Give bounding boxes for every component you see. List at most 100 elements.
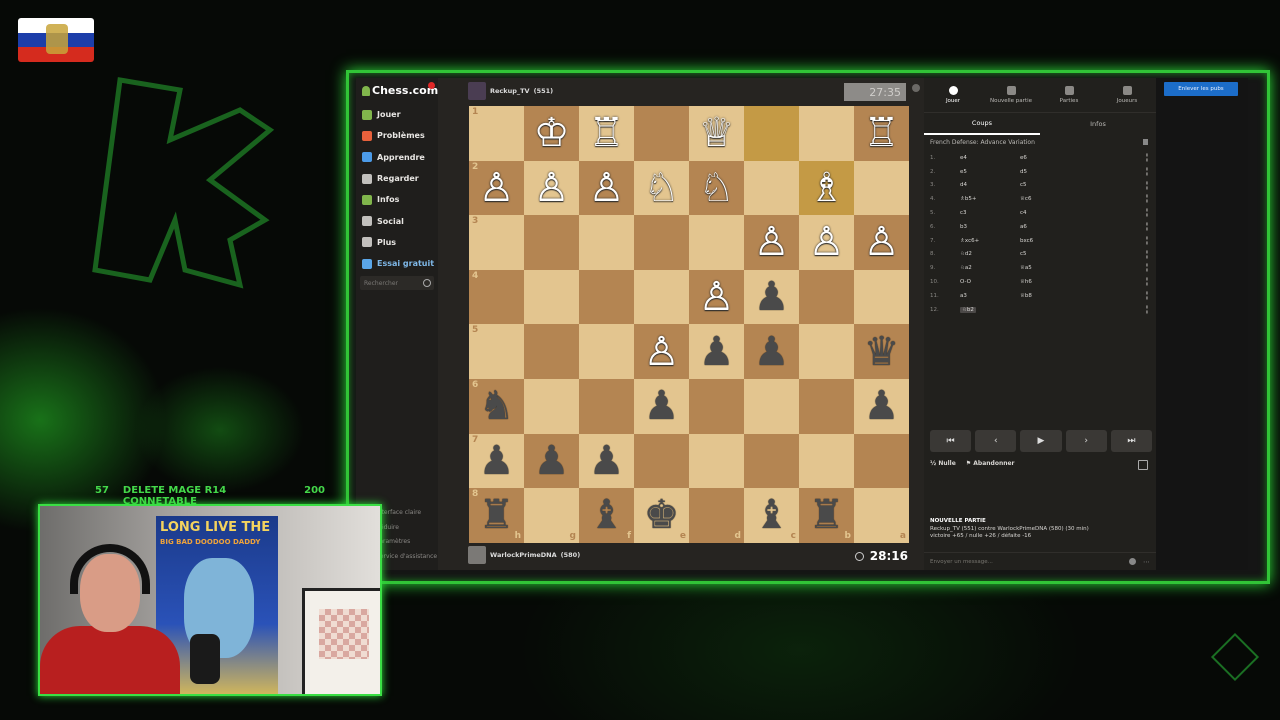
black-piece-icon[interactable]: ♟: [754, 332, 790, 372]
board-square[interactable]: [799, 378, 854, 434]
board-square[interactable]: [799, 106, 854, 161]
board-square[interactable]: [634, 215, 689, 270]
sidebar-item-3[interactable]: Regarder: [356, 168, 438, 189]
board-square[interactable]: ♙: [744, 215, 799, 270]
board-square[interactable]: g: [524, 488, 579, 543]
tab-0[interactable]: Jouer: [924, 78, 982, 112]
black-piece-icon[interactable]: ♟: [479, 441, 515, 481]
board-square[interactable]: ♔: [524, 106, 579, 161]
white-piece-icon[interactable]: ♘: [699, 168, 735, 208]
white-piece-icon[interactable]: ♙: [809, 222, 845, 262]
board-square[interactable]: ♙: [799, 215, 854, 270]
board-square[interactable]: [579, 324, 634, 379]
black-move[interactable]: d5: [1020, 169, 1100, 175]
board-square[interactable]: ♟: [524, 433, 579, 489]
white-move[interactable]: e5: [948, 169, 1020, 175]
first-move-button[interactable]: ⏮: [930, 430, 972, 452]
black-piece-icon[interactable]: ♝: [754, 495, 790, 535]
board-square[interactable]: ♙: [524, 160, 579, 216]
white-piece-icon[interactable]: ♘: [644, 168, 680, 208]
white-piece-icon[interactable]: ♙: [864, 222, 900, 262]
white-move[interactable]: b3: [948, 224, 1020, 230]
black-piece-icon[interactable]: ♜: [479, 495, 515, 535]
sidebar-item-0[interactable]: Jouer: [356, 104, 438, 125]
white-move[interactable]: c3: [948, 210, 1020, 216]
board-square[interactable]: [689, 433, 744, 489]
board-square[interactable]: [854, 433, 909, 489]
board-square[interactable]: [634, 269, 689, 325]
white-move[interactable]: ♘b2: [948, 306, 1020, 313]
board-square[interactable]: [799, 324, 854, 379]
white-move[interactable]: d4: [948, 182, 1020, 188]
board-square[interactable]: 3: [469, 215, 524, 270]
sidebar-link-2[interactable]: Paramètres: [376, 535, 437, 550]
board-square[interactable]: ♚ e: [634, 488, 689, 543]
brand-logo[interactable]: Chess.com: [362, 84, 438, 97]
avatar[interactable]: [468, 82, 486, 100]
board-square[interactable]: ♖: [579, 106, 634, 161]
draw-button[interactable]: ½ Nulle: [930, 460, 956, 467]
search-icon[interactable]: [423, 279, 431, 287]
white-move[interactable]: a3: [948, 293, 1020, 299]
board-square[interactable]: [524, 378, 579, 434]
board-square[interactable]: ♟: [744, 324, 799, 379]
black-piece-icon[interactable]: ♜: [809, 495, 845, 535]
white-piece-icon[interactable]: ♙: [644, 332, 680, 372]
flip-board-icon[interactable]: [1138, 460, 1148, 470]
gear-icon[interactable]: [912, 84, 920, 92]
white-move[interactable]: ♗xc6+: [948, 238, 1020, 244]
white-move[interactable]: ♘a2: [948, 265, 1020, 271]
board-square[interactable]: ♙ 2: [469, 160, 524, 216]
black-move[interactable]: c5: [1020, 182, 1100, 188]
chat-input[interactable]: Envoyer un message... ⋯: [924, 552, 1156, 570]
next-move-button[interactable]: ›: [1065, 430, 1107, 452]
prev-move-button[interactable]: ‹: [975, 430, 1017, 452]
black-piece-icon[interactable]: ♟: [699, 332, 735, 372]
board-square[interactable]: [744, 160, 799, 216]
board-square[interactable]: ♝ f: [579, 488, 634, 543]
board-square[interactable]: [744, 378, 799, 434]
board-square[interactable]: [799, 269, 854, 325]
board-square[interactable]: [854, 269, 909, 325]
board-square[interactable]: ♟: [634, 378, 689, 434]
top-player-name[interactable]: Reckup_TV: [490, 87, 530, 95]
tab-2[interactable]: Parties: [1040, 78, 1098, 112]
board-square[interactable]: ♟: [689, 324, 744, 379]
board-square[interactable]: [634, 106, 689, 161]
white-piece-icon[interactable]: ♗: [809, 168, 845, 208]
subtab-moves[interactable]: Coups: [924, 113, 1040, 135]
chess-board[interactable]: 1 ♔ ♖ ♕ ♖ ♙ 2 ♙ ♙ ♘ ♘ ♗ 3 ♙ ♙ ♙ 4 ♙ ♟ 5 ♙ ♟ ♟ ♛ ♞ 6 ♟ ♟ ♟ 7 ♟ ♟ ♜ 8 h g ♝ f ♚ e…: [469, 106, 909, 543]
white-piece-icon[interactable]: ♙: [699, 277, 735, 317]
black-piece-icon[interactable]: ♟: [534, 441, 570, 481]
board-square[interactable]: ♙: [579, 160, 634, 216]
board-square[interactable]: [799, 433, 854, 489]
board-square[interactable]: ♟: [579, 433, 634, 489]
board-square[interactable]: ♙: [634, 324, 689, 379]
resign-button[interactable]: ⚑ Abandonner: [966, 460, 1015, 467]
black-piece-icon[interactable]: ♟: [754, 277, 790, 317]
board-square[interactable]: ♙: [689, 269, 744, 325]
white-move[interactable]: e4: [948, 155, 1020, 161]
board-square[interactable]: ♜ 8 h: [469, 488, 524, 543]
black-piece-icon[interactable]: ♟: [644, 386, 680, 426]
white-piece-icon[interactable]: ♙: [589, 168, 625, 208]
board-square[interactable]: [579, 215, 634, 270]
emoji-icon[interactable]: [1129, 558, 1136, 565]
board-square[interactable]: ♜ b: [799, 488, 854, 543]
board-square[interactable]: [524, 324, 579, 379]
black-piece-icon[interactable]: ♟: [864, 386, 900, 426]
more-icon[interactable]: ⋯: [1143, 558, 1150, 566]
board-square[interactable]: d: [689, 488, 744, 543]
board-square[interactable]: ♟: [854, 378, 909, 434]
black-move[interactable]: ♕h6: [1020, 279, 1100, 285]
board-square[interactable]: [634, 433, 689, 489]
board-square[interactable]: [744, 433, 799, 489]
tab-1[interactable]: Nouvelle partie: [982, 78, 1040, 112]
black-piece-icon[interactable]: ♝: [589, 495, 625, 535]
board-square[interactable]: ♗: [799, 160, 854, 216]
bookmark-icon[interactable]: [1143, 139, 1148, 145]
board-square[interactable]: a: [854, 488, 909, 543]
black-piece-icon[interactable]: ♛: [864, 332, 900, 372]
sidebar-item-7[interactable]: Essai gratuit: [356, 253, 438, 274]
black-move[interactable]: ♕a5: [1020, 265, 1100, 271]
